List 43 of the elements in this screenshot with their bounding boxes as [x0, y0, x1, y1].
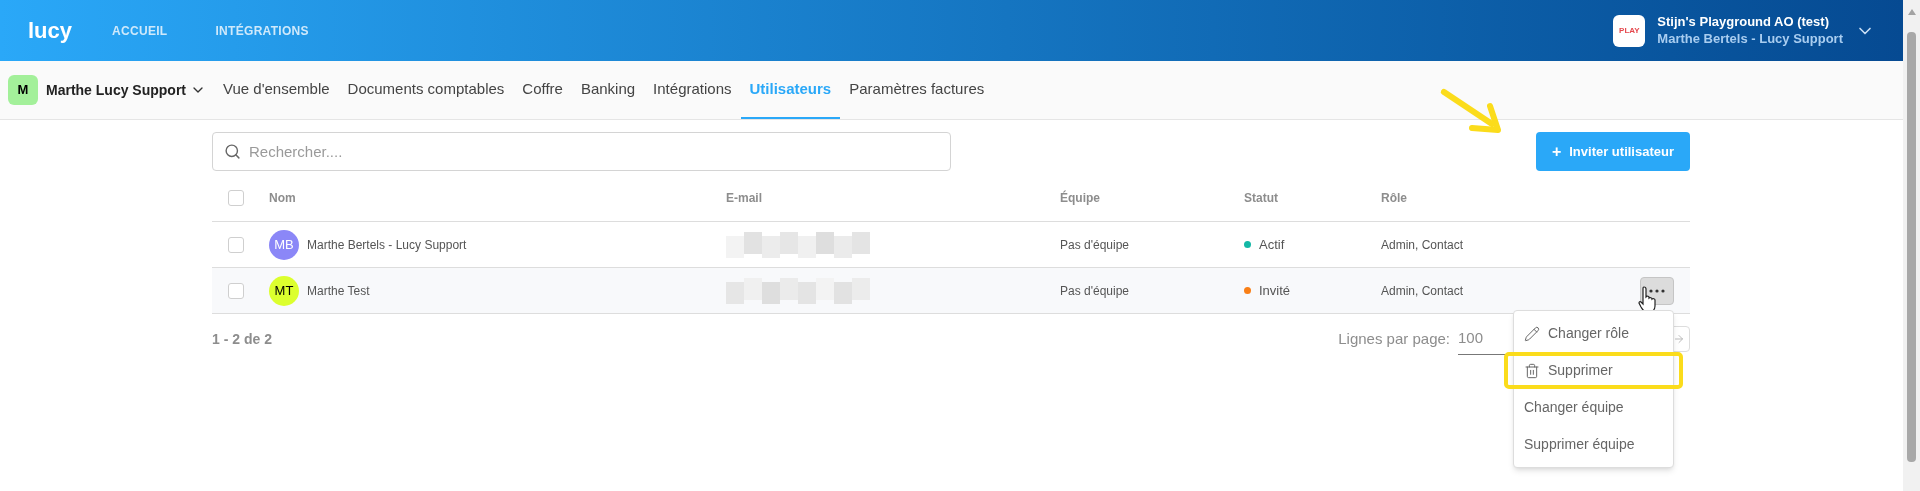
pagination-count: 1 - 2 de 2: [212, 329, 272, 349]
team: Pas d'équipe: [1060, 236, 1130, 254]
tab[interactable]: Vue d'ensemble: [214, 61, 339, 119]
scrollbar-thumb[interactable]: [1907, 32, 1916, 462]
workspace-name[interactable]: Stijn's Playground AO (test): [1657, 14, 1843, 31]
role: Admin, Contact: [1381, 282, 1465, 300]
status: Actif: [1259, 235, 1285, 254]
checkbox[interactable]: [228, 282, 244, 299]
company-avatar: M: [8, 75, 38, 105]
tab[interactable]: Paramètres factures: [840, 61, 994, 119]
column-header: Nom: [269, 189, 297, 207]
checkbox[interactable]: [228, 189, 244, 206]
user-name: Marthe Bertels - Lucy Support: [1657, 30, 1843, 47]
avatar: MB: [269, 229, 299, 260]
checkbox[interactable]: [228, 236, 244, 253]
trash-icon: [1524, 362, 1540, 379]
column-header: Équipe: [1060, 189, 1101, 207]
avatar: MT: [269, 275, 299, 306]
scroll-up-icon[interactable]: [1906, 8, 1917, 16]
column-header: Statut: [1244, 189, 1279, 207]
more-icon: [1649, 288, 1665, 293]
column-header: E-mail: [726, 189, 763, 207]
company-name[interactable]: Marthe Lucy Support: [46, 79, 186, 101]
pencil-icon: [1524, 325, 1540, 342]
status: Invité: [1259, 281, 1291, 300]
table-row[interactable]: MT Marthe Test Pas d'équipe Invité Admin, Contact: [212, 268, 1690, 314]
column-header: Rôle: [1381, 189, 1408, 207]
arrow-right-icon: [1673, 333, 1685, 345]
tab[interactable]: Documents comptables: [338, 61, 514, 119]
menu-item[interactable]: Changer équipe: [1504, 389, 1683, 426]
workspace-logo: PLAY: [1613, 14, 1646, 47]
search-field[interactable]: Rechercher....: [212, 132, 951, 171]
rows-per-page-label: Lignes par page:: [1338, 328, 1450, 349]
tab[interactable]: Banking: [571, 61, 645, 119]
user-name: Marthe Test: [307, 282, 370, 300]
role: Admin, Contact: [1381, 236, 1465, 254]
tab[interactable]: Intégrations: [644, 61, 741, 119]
menu-item[interactable]: Supprimer: [1504, 352, 1683, 389]
tab[interactable]: Coffre: [513, 61, 572, 119]
team: Pas d'équipe: [1060, 282, 1130, 300]
menu-item[interactable]: Supprimer équipe: [1504, 426, 1683, 463]
user-name: Marthe Bertels - Lucy Support: [307, 236, 467, 254]
search-icon: [224, 143, 241, 160]
